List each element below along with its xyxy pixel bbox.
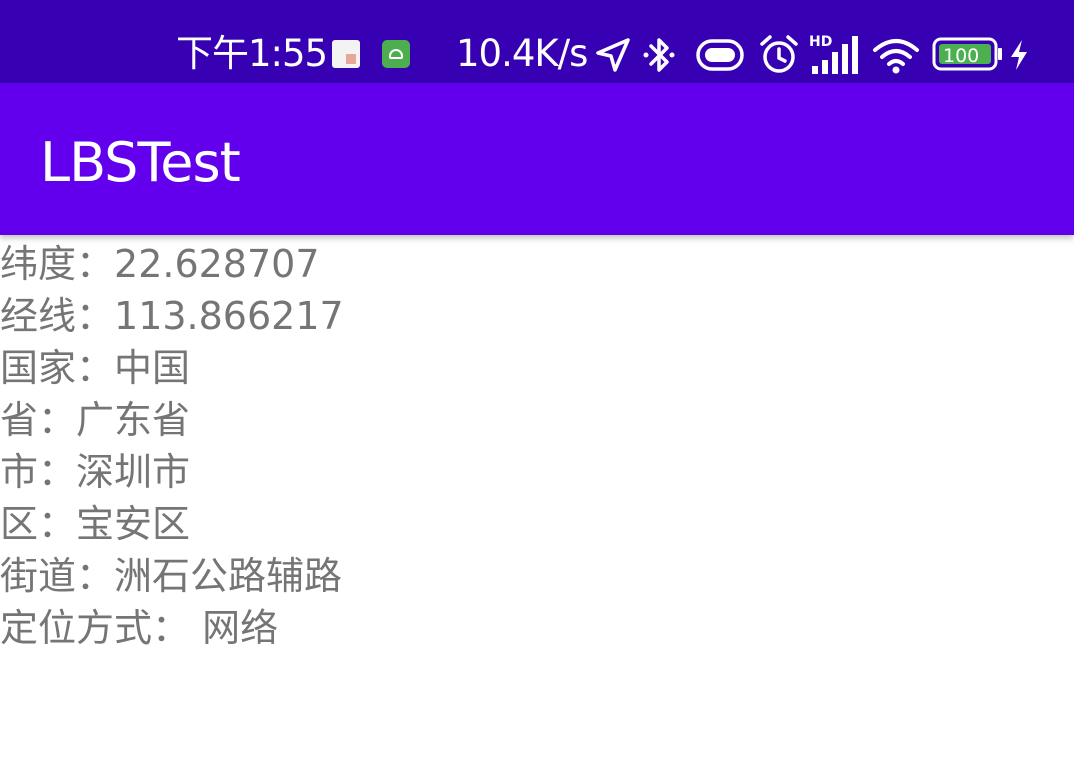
locate-method-label: 定位方式： [0, 606, 191, 650]
street-value: 洲石公路辅路 [114, 554, 343, 598]
district-text: 区：宝安区 [0, 498, 1074, 550]
country-label: 国家： [0, 346, 115, 390]
province-text: 省：广东省 [0, 394, 1074, 446]
city-label: 市： [0, 450, 77, 494]
district-label: 区： [0, 502, 77, 546]
app-bar: LBSTest [0, 83, 1074, 235]
district-value: 宝安区 [76, 502, 191, 546]
svg-text:HD: HD [809, 34, 832, 50]
vibrate-icon [696, 39, 744, 71]
status-bar: 下午1:55 10.4K/s HD 100 [0, 0, 1074, 83]
location-info-panel: 纬度：22.628707 经线：113.866217 国家：中国 省：广东省 市… [0, 238, 1074, 654]
alarm-icon [760, 35, 798, 73]
latitude-value: 22.628707 [114, 242, 320, 286]
network-speed: 10.4K/s [456, 32, 588, 75]
battery-icon: 100 [932, 37, 1002, 71]
bluetooth-icon [643, 38, 675, 72]
location-icon [596, 38, 630, 72]
country-value: 中国 [114, 346, 191, 390]
country-text: 国家：中国 [0, 342, 1074, 394]
province-value: 广东省 [76, 398, 191, 442]
latitude-text: 纬度：22.628707 [0, 238, 1074, 290]
latitude-label: 纬度： [0, 242, 115, 286]
hd-signal-icon: HD [809, 34, 858, 74]
charging-icon [1011, 40, 1027, 70]
battery-level: 100 [943, 45, 979, 67]
status-time: 下午1:55 [176, 32, 328, 75]
city-text: 市：深圳市 [0, 446, 1074, 498]
longitude-label: 经线： [0, 294, 115, 338]
street-text: 街道：洲石公路辅路 [0, 550, 1074, 602]
street-label: 街道： [0, 554, 115, 598]
locate-method-value: 网络 [190, 606, 279, 650]
longitude-value: 113.866217 [114, 294, 344, 338]
province-label: 省： [0, 398, 77, 442]
notification-android-icon [382, 40, 410, 68]
app-title: LBSTest [40, 131, 241, 194]
wifi-icon [873, 39, 919, 74]
city-value: 深圳市 [76, 450, 191, 494]
longitude-text: 经线：113.866217 [0, 290, 1074, 342]
notification-app-icon [332, 40, 360, 68]
locate-method-text: 定位方式： 网络 [0, 602, 1074, 654]
